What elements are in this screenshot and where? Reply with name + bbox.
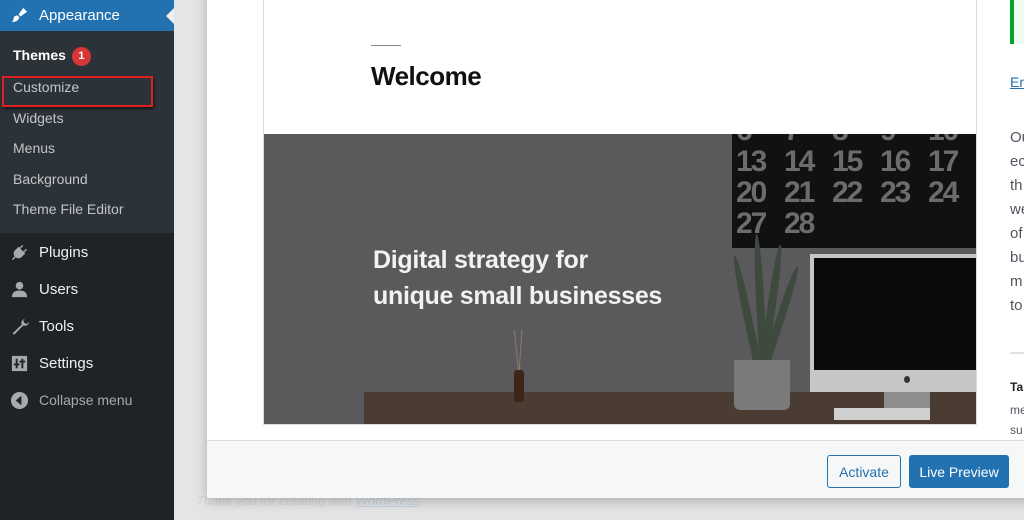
calendar-number: 15 (832, 145, 863, 178)
calendar-number: 24 (928, 176, 959, 209)
menu-label: Appearance (39, 7, 120, 24)
customize-highlight-annotation (2, 76, 153, 107)
menu-appearance[interactable]: Appearance (0, 0, 174, 31)
theme-heading: Welcome (371, 61, 482, 91)
active-theme-notice (1010, 0, 1024, 44)
theme-screenshot: Welcome 678910131415161720212223242728 D… (263, 0, 977, 425)
tags-label: Ta (1010, 380, 1024, 394)
submenu-item-menus[interactable]: Menus (13, 140, 55, 156)
theme-hero-image: 678910131415161720212223242728 Digital s… (264, 134, 976, 424)
theme-description: Ou ec th we of bu m to (1010, 126, 1024, 318)
hero-title: Digital strategy for unique small busine… (373, 242, 662, 314)
menu-label: Settings (39, 354, 94, 372)
menu-label: Collapse menu (39, 392, 133, 408)
calendar-number: 13 (736, 145, 767, 178)
live-preview-button[interactable]: Live Preview (909, 455, 1009, 488)
description-line: bu (1010, 249, 1024, 266)
submenu-item-themes[interactable]: Themes 1 (13, 47, 91, 66)
wrench-icon (10, 317, 29, 336)
submenu-item-widgets[interactable]: Widgets (13, 110, 64, 126)
calendar-poster: 678910131415161720212223242728 (732, 134, 976, 248)
tag-line: me (1010, 403, 1024, 417)
calendar-number: 20 (736, 176, 767, 209)
diffuser-bottle-graphic (514, 370, 524, 402)
tag-line: su (1010, 423, 1023, 437)
description-line: ec (1010, 153, 1024, 170)
plant-pot-graphic (734, 360, 790, 410)
calendar-number: 21 (784, 176, 815, 209)
user-icon (10, 280, 29, 299)
theme-author-link[interactable]: En (1010, 74, 1024, 90)
modal-actions-bar (207, 440, 1024, 498)
appearance-submenu: Themes 1 Customize Widgets Menus Backgrou… (0, 31, 174, 233)
description-line: m (1010, 273, 1023, 290)
submenu-label: Themes (13, 47, 66, 63)
heading-rule (371, 45, 401, 46)
calendar-number: 28 (784, 207, 815, 240)
menu-plugins[interactable]: Plugins (0, 235, 174, 269)
description-line: of (1010, 225, 1023, 242)
description-line: to (1010, 297, 1023, 314)
settings-icon (10, 354, 29, 373)
calendar-number: 27 (736, 207, 767, 240)
current-menu-arrow (166, 8, 174, 24)
menu-users[interactable]: Users (0, 272, 174, 306)
activate-button[interactable]: Activate (827, 455, 901, 488)
description-line: th (1010, 177, 1023, 194)
update-count-badge: 1 (71, 47, 91, 66)
calendar-number: 23 (880, 176, 911, 209)
description-line: Ou (1010, 129, 1024, 146)
collapse-menu-button[interactable]: Collapse menu (0, 383, 174, 417)
menu-label: Users (39, 280, 79, 298)
paintbrush-icon (10, 6, 29, 25)
monitor-graphic (810, 254, 976, 394)
collapse-arrow-icon (10, 391, 29, 410)
menu-settings[interactable]: Settings (0, 346, 174, 380)
hero-title-line: unique small businesses (373, 282, 663, 310)
menu-label: Plugins (39, 243, 89, 261)
submenu-item-theme-file-editor[interactable]: Theme File Editor (13, 201, 123, 217)
keyboard-graphic (834, 408, 930, 420)
calendar-number: 16 (880, 145, 911, 178)
hero-title-line: Digital strategy for (373, 246, 588, 274)
calendar-number: 14 (784, 145, 815, 178)
calendar-number: 17 (928, 145, 959, 178)
tags-list: me su (1010, 400, 1024, 440)
menu-label: Tools (39, 317, 75, 335)
calendar-number: 22 (832, 176, 863, 209)
admin-sidebar: Appearance Themes 1 Customize Widgets Men… (0, 0, 174, 520)
theme-details-modal: Welcome 678910131415161720212223242728 D… (207, 0, 1024, 498)
submenu-item-background[interactable]: Background (13, 171, 88, 187)
plugin-icon (10, 243, 29, 262)
description-line: we (1010, 201, 1024, 218)
section-divider (1010, 352, 1024, 354)
menu-tools[interactable]: Tools (0, 309, 174, 343)
